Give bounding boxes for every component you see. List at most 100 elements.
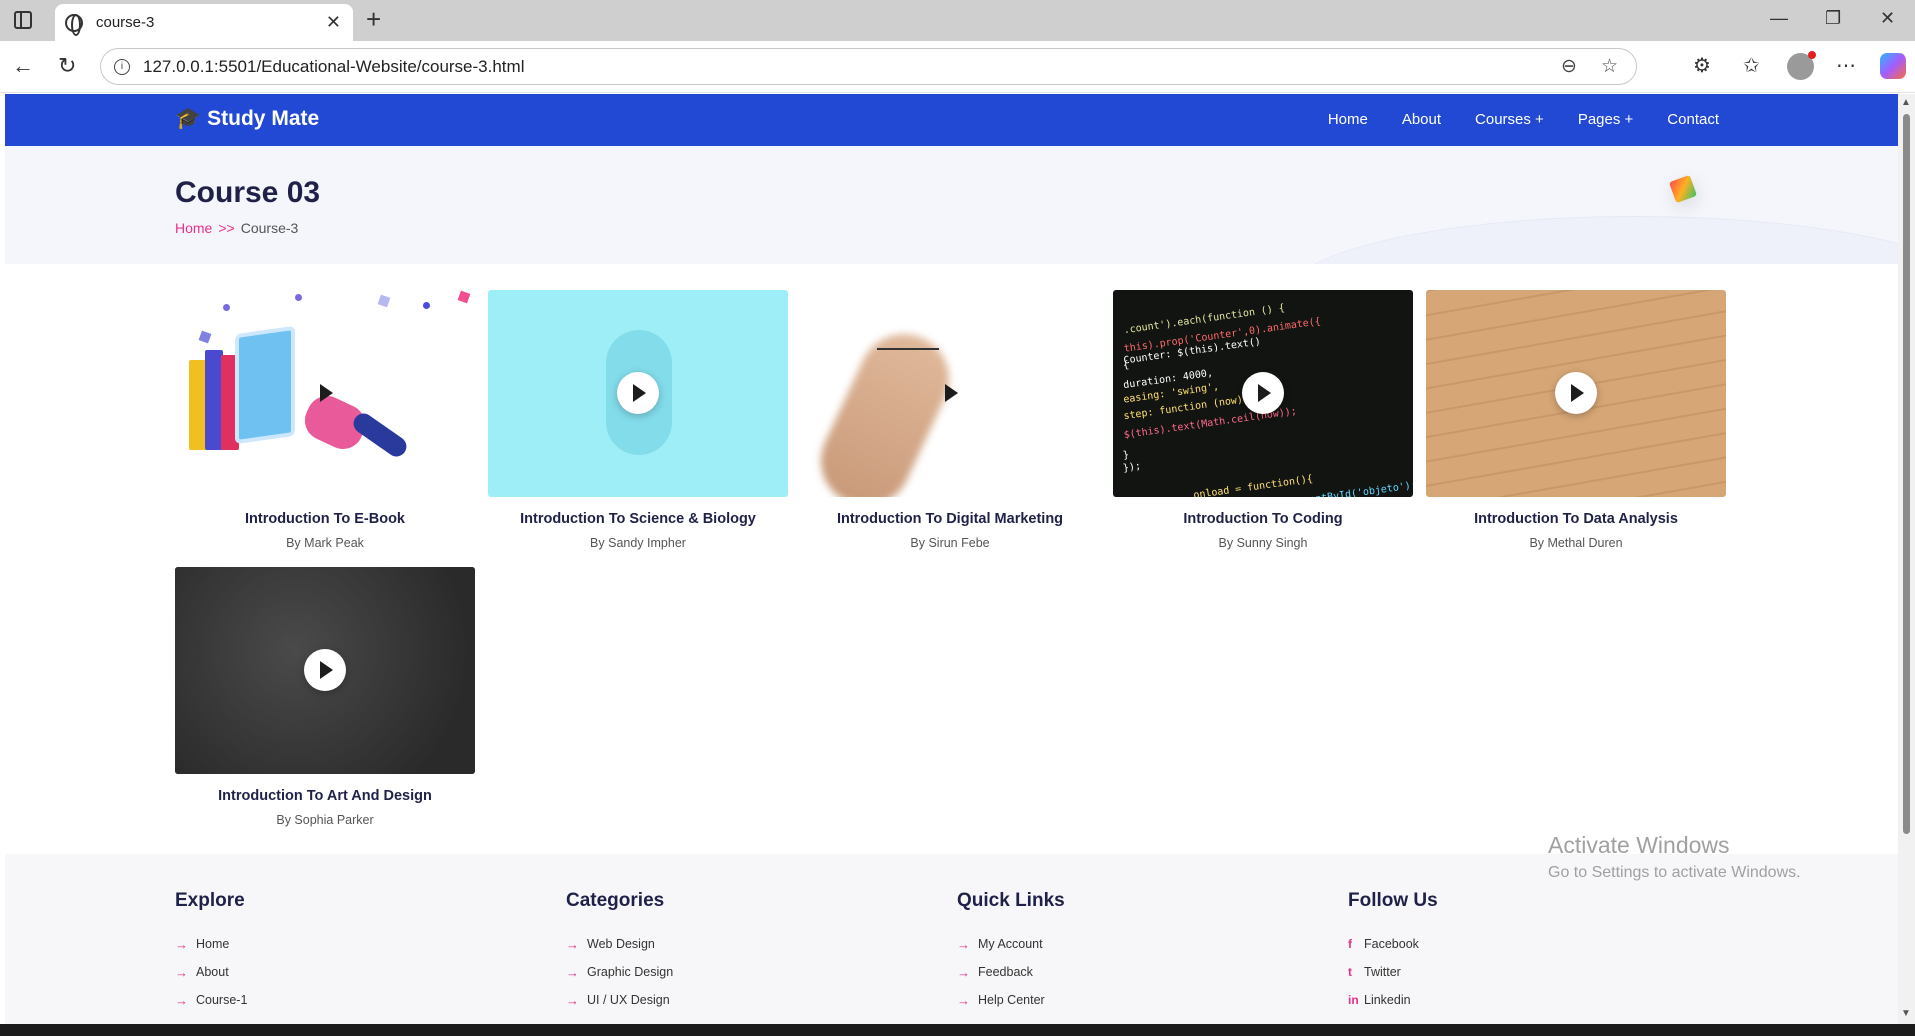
footer-link-label: Home <box>196 937 230 951</box>
windows-activation-watermark: Activate Windows Go to Settings to activ… <box>1548 832 1801 882</box>
course-card[interactable]: Introduction To Digital Marketing By Sir… <box>800 290 1100 550</box>
footer-link-label: UI / UX Design <box>587 993 670 1007</box>
tablet-illustration <box>235 325 295 445</box>
nav-about[interactable]: About <box>1402 111 1441 128</box>
footer-link[interactable]: → Help Center <box>957 986 1065 1014</box>
code-line: } <box>1122 449 1130 462</box>
watermark-line1: Activate Windows <box>1548 832 1730 858</box>
footer-link[interactable]: → Course-1 <box>175 986 247 1014</box>
footer-social-linkedin[interactable]: in Linkedin <box>1348 986 1438 1014</box>
footer-link-label: Linkedin <box>1364 993 1411 1007</box>
play-button[interactable] <box>617 372 659 414</box>
footer-follow: Follow Us f Facebook t Twitter in Linkedin <box>1348 890 1438 1014</box>
new-tab-button[interactable]: + <box>366 4 381 35</box>
arrow-right-icon: → <box>175 964 188 980</box>
course-card[interactable]: Introduction To Data Analysis By Methal … <box>1426 290 1726 550</box>
course-thumbnail[interactable] <box>488 290 788 497</box>
globe-icon <box>65 14 83 36</box>
play-button[interactable] <box>929 372 971 414</box>
site-info-icon[interactable]: i <box>114 59 130 75</box>
tab-close-icon[interactable]: ✕ <box>326 12 341 33</box>
footer-link-label: Feedback <box>978 965 1033 979</box>
course-title[interactable]: Introduction To Coding <box>1113 511 1413 527</box>
more-menu-icon[interactable]: ⋯ <box>1836 53 1856 78</box>
confetti-dot <box>423 302 430 309</box>
scroll-up-icon[interactable]: ▲ <box>1901 97 1911 108</box>
minimize-icon[interactable]: — <box>1770 8 1788 29</box>
twitter-icon: t <box>1348 965 1352 979</box>
favorite-star-icon[interactable]: ☆ <box>1601 55 1618 78</box>
confetti-square <box>457 290 471 304</box>
nav-contact[interactable]: Contact <box>1667 111 1719 128</box>
footer-heading: Explore <box>175 890 245 911</box>
reload-icon[interactable]: ↻ <box>58 53 76 79</box>
zoom-icon[interactable]: ⊖ <box>1561 55 1577 78</box>
course-title[interactable]: Introduction To Data Analysis <box>1426 511 1726 527</box>
footer-social-twitter[interactable]: t Twitter <box>1348 958 1438 986</box>
nav-courses[interactable]: Courses + <box>1475 111 1544 128</box>
url-text[interactable]: 127.0.0.1:5501/Educational-Website/cours… <box>143 57 524 77</box>
course-thumbnail[interactable] <box>175 290 475 497</box>
code-line: onload = function(){ <box>1192 473 1314 497</box>
course-card[interactable]: .count').each(function () { this).prop('… <box>1113 290 1413 550</box>
course-title[interactable]: Introduction To Science & Biology <box>488 511 788 527</box>
close-window-icon[interactable]: ✕ <box>1880 8 1895 29</box>
footer-link-label: About <box>196 965 229 979</box>
footer-link[interactable]: → Feedback <box>957 958 1065 986</box>
footer-link[interactable]: → Graphic Design <box>566 958 673 986</box>
course-thumbnail[interactable] <box>175 567 475 774</box>
course-author: By Methal Duren <box>1529 536 1623 550</box>
course-title[interactable]: Introduction To Art And Design <box>175 788 475 804</box>
tab-title: course-3 <box>96 14 155 31</box>
confetti-dot <box>223 304 230 311</box>
footer-link-label: Twitter <box>1364 965 1401 979</box>
course-card[interactable]: Introduction To Art And Design By Sophia… <box>175 567 475 827</box>
confetti-dot <box>295 294 302 301</box>
brand-logo[interactable]: 🎓 Study Mate <box>175 107 319 131</box>
footer-link[interactable]: → My Account <box>957 930 1065 958</box>
watermark-line2: Go to Settings to activate Windows. <box>1548 864 1801 881</box>
footer-link[interactable]: → Home <box>175 930 247 958</box>
play-button[interactable] <box>1242 372 1284 414</box>
page-viewport: 🎓 Study Mate Home About Courses + Pages +… <box>5 94 1898 1024</box>
scroll-thumb[interactable] <box>1903 114 1910 834</box>
arrow-right-icon: → <box>957 992 970 1008</box>
footer-link[interactable]: → About <box>175 958 247 986</box>
play-button[interactable] <box>304 372 346 414</box>
footer-link-label: Web Design <box>587 937 655 951</box>
nav-pages[interactable]: Pages + <box>1578 111 1633 128</box>
course-title[interactable]: Introduction To Digital Marketing <box>800 511 1100 527</box>
favorites-icon[interactable]: ✩ <box>1743 53 1760 78</box>
copilot-icon[interactable] <box>1880 53 1906 79</box>
play-button[interactable] <box>1555 372 1597 414</box>
footer-link-label: Help Center <box>978 993 1045 1007</box>
browser-tab[interactable]: course-3 ✕ <box>55 4 353 41</box>
nav-links: Home About Courses + Pages + Contact <box>1328 111 1719 128</box>
course-thumbnail[interactable] <box>800 290 1100 497</box>
scroll-down-icon[interactable]: ▼ <box>1901 1008 1911 1019</box>
nav-home[interactable]: Home <box>1328 111 1368 128</box>
course-card[interactable]: Introduction To Science & Biology By San… <box>488 290 788 550</box>
breadcrumb-home[interactable]: Home <box>175 220 212 236</box>
course-author: By Sophia Parker <box>276 813 374 827</box>
course-card[interactable]: Introduction To E-Book By Mark Peak <box>175 290 475 550</box>
footer-heading: Categories <box>566 890 665 911</box>
restore-icon[interactable]: ❐ <box>1825 8 1841 29</box>
play-button[interactable] <box>304 649 346 691</box>
profile-avatar[interactable] <box>1787 51 1816 80</box>
extensions-icon[interactable]: ⚙ <box>1693 53 1711 78</box>
footer-link[interactable]: → UI / UX Design <box>566 986 673 1014</box>
address-bar[interactable]: i 127.0.0.1:5501/Educational-Website/cou… <box>100 48 1637 85</box>
tab-actions-icon[interactable] <box>14 11 32 29</box>
os-taskbar <box>0 1024 1915 1036</box>
back-icon[interactable]: ← <box>12 53 34 79</box>
decorative-cube <box>1668 174 1698 204</box>
footer-link[interactable]: → Web Design <box>566 930 673 958</box>
course-author: By Sirun Febe <box>910 536 990 550</box>
course-title[interactable]: Introduction To E-Book <box>175 511 475 527</box>
footer-social-facebook[interactable]: f Facebook <box>1348 930 1438 958</box>
page-scrollbar[interactable]: ▲ ▼ <box>1898 94 1915 1024</box>
code-line: }); <box>1122 460 1142 475</box>
course-thumbnail[interactable] <box>1426 290 1726 497</box>
course-thumbnail[interactable]: .count').each(function () { this).prop('… <box>1113 290 1413 497</box>
